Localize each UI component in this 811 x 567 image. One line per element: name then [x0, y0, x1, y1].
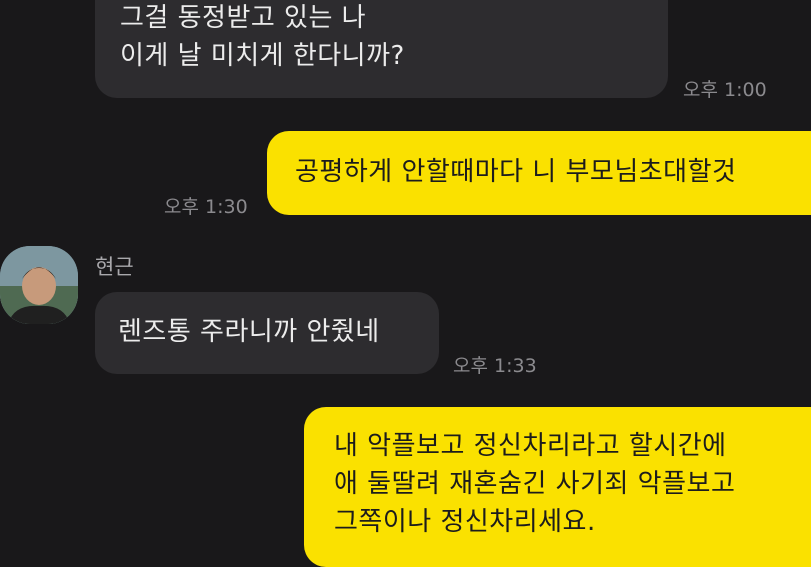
message-timestamp: 오후 1:30 [164, 196, 248, 218]
message-timestamp: 오후 1:00 [683, 79, 767, 101]
message-text-line: 내 악플보고 정신차리라고 할시간에 [334, 431, 727, 461]
message-bubble-outgoing[interactable]: 공평하게 안할때마다 니 부모님초대할것 [267, 131, 811, 215]
message-text-line: 이게 날 미치게 한다니까? [120, 41, 405, 71]
sender-avatar[interactable] [0, 246, 78, 324]
message-bubble-outgoing[interactable]: 내 악플보고 정신차리라고 할시간에 애 둘딸려 재혼숨긴 사기죄 악플보고 그… [304, 407, 811, 567]
message-text-line: 애 둘딸려 재혼숨긴 사기죄 악플보고 [334, 469, 736, 499]
message-bubble-incoming[interactable]: 렌즈통 주라니까 안줬네 [95, 292, 439, 374]
message-text-line: 그걸 동정받고 있는 나 [120, 3, 367, 33]
message-text-line: 공평하게 안할때마다 니 부모님초대할것 [295, 157, 737, 187]
message-text-line: 렌즈통 주라니까 안줬네 [118, 317, 380, 347]
message-timestamp: 오후 1:33 [453, 355, 537, 377]
message-bubble-incoming[interactable]: 그걸 동정받고 있는 나 이게 날 미치게 한다니까? [95, 0, 668, 98]
profile-photo-icon [0, 246, 78, 324]
sender-name: 현근 [95, 255, 134, 279]
message-text-line: 그쪽이나 정신차리세요. [334, 507, 596, 537]
